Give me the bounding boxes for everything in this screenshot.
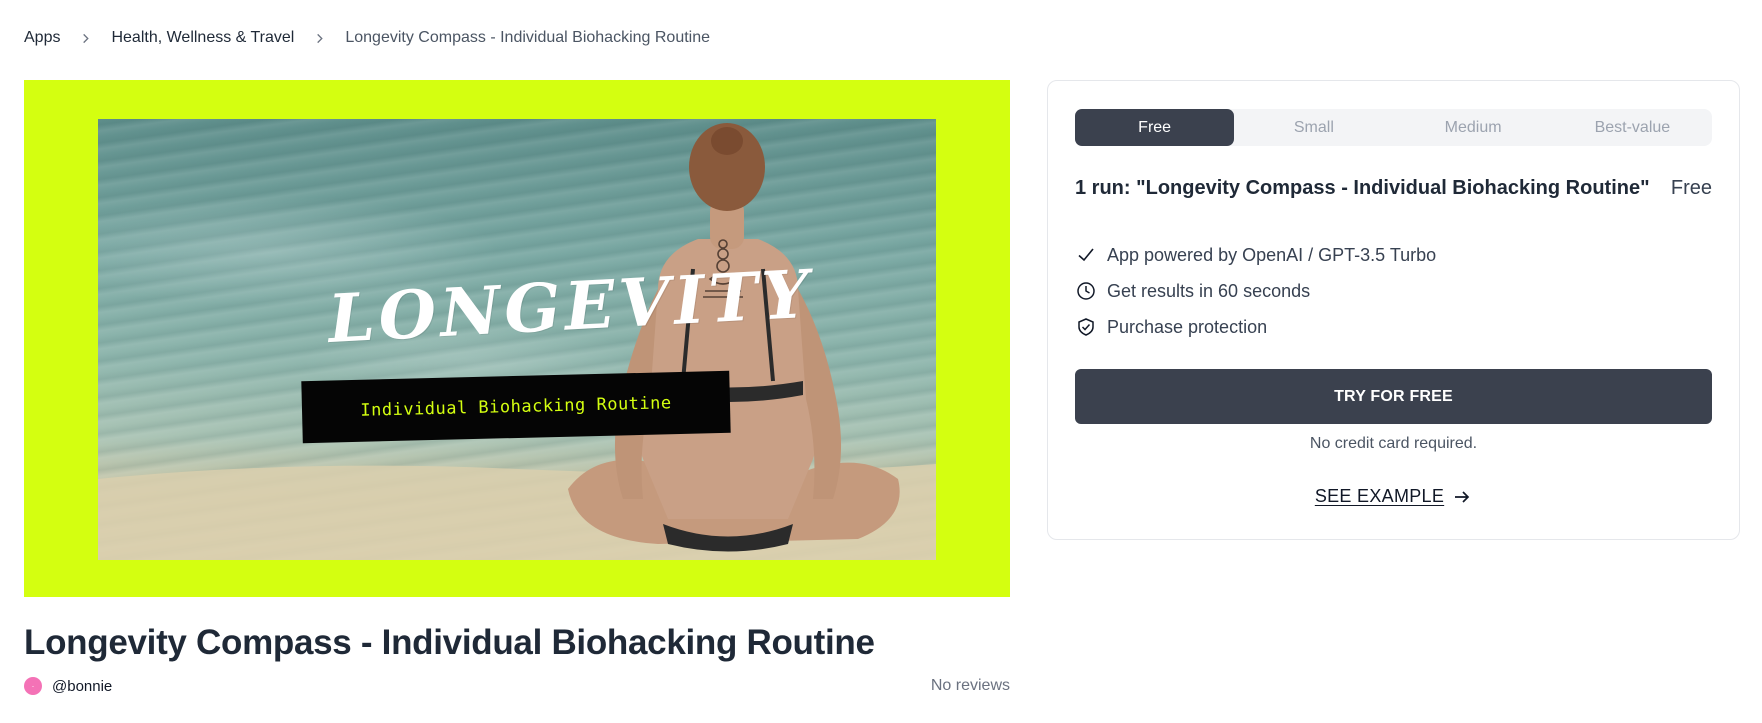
pricing-tier-selector: Free Small Medium Best-value — [1075, 109, 1712, 146]
breadcrumb: Apps Health, Wellness & Travel Longevity… — [24, 27, 710, 49]
feature-item: Get results in 60 seconds — [1075, 273, 1436, 309]
feature-item: Purchase protection — [1075, 309, 1436, 345]
purchase-card: Free Small Medium Best-value 1 run: "Lon… — [1047, 80, 1740, 540]
arrow-right-icon — [1452, 487, 1472, 507]
page-title: Longevity Compass - Individual Biohackin… — [24, 623, 875, 662]
author-name: @bonnie — [52, 677, 113, 695]
tier-medium[interactable]: Medium — [1394, 109, 1553, 146]
feature-list: App powered by OpenAI / GPT-3.5 Turbo Ge… — [1075, 237, 1436, 345]
try-for-free-button[interactable]: TRY FOR FREE — [1075, 369, 1712, 424]
check-icon — [1075, 244, 1097, 266]
feature-label: Purchase protection — [1107, 316, 1268, 337]
run-summary: 1 run: "Longevity Compass - Individual B… — [1075, 177, 1712, 200]
beach-photo: LONGEVITY Individual Biohacking Routine — [98, 119, 936, 560]
see-example-label: SEE EXAMPLE — [1314, 486, 1445, 506]
app-hero-image: LONGEVITY Individual Biohacking Routine — [24, 80, 1010, 597]
hero-subtitle: Individual Biohacking Routine — [360, 393, 672, 421]
tier-best-value[interactable]: Best-value — [1553, 109, 1712, 146]
no-credit-card-note: No credit card required. — [1309, 435, 1478, 452]
hero-subtitle-band: Individual Biohacking Routine — [301, 370, 731, 444]
breadcrumb-current: Longevity Compass - Individual Biohackin… — [345, 29, 711, 46]
reviews-count: No reviews — [930, 677, 1010, 694]
breadcrumb-category[interactable]: Health, Wellness & Travel — [111, 29, 294, 47]
breadcrumb-apps[interactable]: Apps — [24, 29, 60, 47]
feature-label: Get results in 60 seconds — [1107, 280, 1311, 301]
shield-check-icon — [1075, 316, 1097, 338]
feature-item: App powered by OpenAI / GPT-3.5 Turbo — [1075, 237, 1436, 273]
feature-label: App powered by OpenAI / GPT-3.5 Turbo — [1107, 244, 1437, 265]
author-link[interactable]: · @bonnie — [24, 677, 112, 695]
see-example-link[interactable]: SEE EXAMPLE — [1075, 486, 1712, 507]
avatar: · — [24, 677, 42, 695]
tier-free[interactable]: Free — [1075, 109, 1235, 146]
chevron-right-icon — [80, 33, 91, 44]
run-price: Free — [1670, 177, 1712, 199]
chevron-right-icon — [314, 33, 325, 44]
clock-icon — [1075, 280, 1097, 302]
run-title: 1 run: "Longevity Compass - Individual B… — [1075, 177, 1650, 199]
tier-small[interactable]: Small — [1234, 109, 1393, 146]
